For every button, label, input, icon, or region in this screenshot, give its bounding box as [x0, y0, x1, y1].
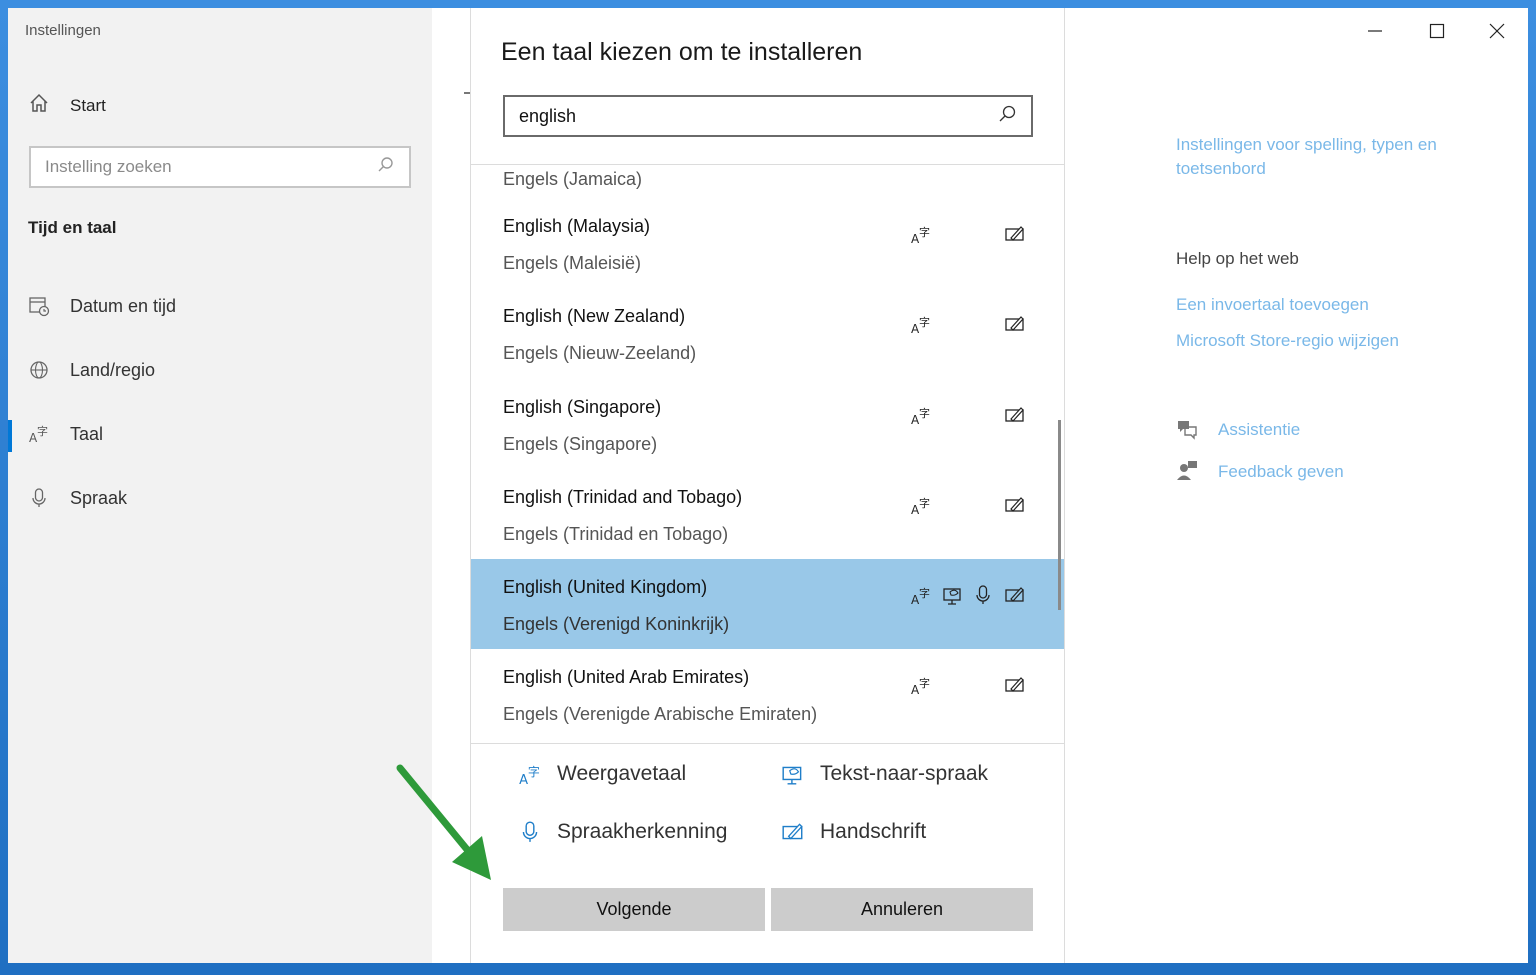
link-give-feedback[interactable]: Feedback geven: [1218, 460, 1344, 484]
language-local-name: Engels (Nieuw-Zeeland): [503, 343, 697, 363]
display-language-icon: A字: [517, 761, 543, 787]
settings-search-field[interactable]: Instelling zoeken: [29, 146, 411, 188]
link-change-store-region[interactable]: Microsoft Store-regio wijzigen: [1176, 329, 1399, 353]
microphone-icon: [28, 487, 50, 509]
link-spelling-typing-keyboard[interactable]: Instellingen voor spelling, typen en toe…: [1176, 133, 1486, 181]
language-name: English (Trinidad and Tobago): [503, 487, 743, 507]
divider: [471, 743, 1064, 744]
legend-display-language: A字 Weergavetaal: [517, 761, 686, 787]
handwriting-icon: [1003, 493, 1027, 517]
language-search-field[interactable]: [503, 95, 1033, 137]
legend-label: Handschrift: [820, 820, 927, 843]
handwriting-icon: [780, 819, 806, 845]
legend-label: Tekst-naar-spraak: [820, 762, 989, 785]
link-add-input-language[interactable]: Een invoertaal toevoegen: [1176, 293, 1369, 317]
next-button[interactable]: Volgende: [503, 888, 765, 931]
language-name: English (Malaysia): [503, 216, 651, 236]
minimize-button[interactable]: [1352, 16, 1398, 46]
language-name: English (United Kingdom): [503, 577, 708, 597]
settings-search-placeholder: Instelling zoeken: [45, 157, 172, 176]
language-search-input[interactable]: [519, 105, 979, 127]
list-scrollbar[interactable]: [1058, 420, 1061, 610]
list-item-english-new-zealand[interactable]: English (New Zealand) Engels (Nieuw-Zeel…: [471, 288, 1064, 378]
sidebar-item-taal[interactable]: A字 Taal: [28, 419, 103, 449]
sidebar-item-land-regio[interactable]: Land/regio: [28, 355, 155, 385]
display-language-icon: A字: [909, 403, 933, 427]
sidebar-item-label: Land/regio: [70, 359, 156, 380]
green-arrow-annotation-icon: [396, 764, 491, 880]
app-title: Instellingen: [25, 22, 101, 39]
sidebar-item-label: Datum en tijd: [70, 295, 177, 316]
handwriting-icon: [1003, 312, 1027, 336]
language-local-name: Engels (Maleisië): [503, 253, 642, 273]
language-local-name: Engels (Verenigd Koninkrijk): [503, 614, 730, 634]
language-local-name: Engels (Singapore): [503, 434, 658, 454]
speech-recognition-icon: [517, 819, 543, 845]
search-icon[interactable]: [997, 104, 1017, 129]
svg-text:字: 字: [919, 586, 930, 600]
handwriting-icon: [1003, 222, 1027, 246]
sidebar-item-label: Taal: [70, 423, 104, 444]
list-item-english-malaysia[interactable]: English (Malaysia) Engels (Maleisië) A字: [471, 198, 1064, 288]
language-name: English (United Arab Emirates): [503, 667, 750, 687]
search-icon: [377, 156, 395, 179]
nav-active-indicator: [8, 420, 12, 452]
settings-window: Instellingen Start Instelling zoeken Tij…: [8, 8, 1528, 963]
nav-home[interactable]: Start: [28, 92, 106, 119]
svg-text:字: 字: [528, 764, 540, 779]
nav-section-title: Tijd en taal: [28, 218, 117, 237]
close-button[interactable]: [1474, 16, 1520, 46]
list-item-english-singapore[interactable]: English (Singapore) Engels (Singapore) A…: [471, 379, 1064, 469]
svg-text:字: 字: [919, 225, 930, 239]
svg-text:字: 字: [919, 496, 930, 510]
globe-icon: [28, 359, 50, 381]
handwriting-icon: [1003, 673, 1027, 697]
maximize-button[interactable]: [1414, 16, 1460, 46]
legend-label: Weergavetaal: [557, 762, 687, 785]
text-to-speech-icon: [780, 761, 806, 787]
help-heading: Help op het web: [1176, 249, 1299, 268]
svg-text:字: 字: [919, 406, 930, 420]
nav-home-label: Start: [70, 95, 106, 115]
svg-text:A: A: [519, 773, 528, 786]
chat-bubbles-icon: [1174, 416, 1200, 442]
svg-text:字: 字: [919, 315, 930, 329]
language-name: English (Singapore): [503, 397, 662, 417]
svg-text:字: 字: [37, 424, 48, 438]
list-item-english-united-arab-emirates[interactable]: English (United Arab Emirates) Engels (V…: [471, 649, 1064, 739]
display-language-icon: A字: [909, 222, 933, 246]
feedback-icon: [1174, 458, 1200, 484]
list-item-english-trinidad-and-tobago[interactable]: English (Trinidad and Tobago) Engels (Tr…: [471, 469, 1064, 559]
language-picker-dialog: Een taal kiezen om te installeren Engels…: [470, 8, 1065, 963]
partial-list-item-local: Engels (Jamaica): [503, 169, 643, 189]
legend-handwriting: Handschrift: [780, 819, 926, 845]
language-local-name: Engels (Verenigde Arabische Emiraten): [503, 704, 818, 724]
dialog-title: Een taal kiezen om te installeren: [501, 38, 863, 66]
legend-label: Spraakherkenning: [557, 820, 728, 843]
sidebar-item-datum-en-tijd[interactable]: Datum en tijd: [28, 291, 176, 321]
handwriting-icon: [1003, 403, 1027, 427]
display-language-icon: A字: [909, 493, 933, 517]
list-item-english-united-kingdom[interactable]: English (United Kingdom) Engels (Verenig…: [471, 559, 1064, 649]
link-assistance[interactable]: Assistentie: [1218, 418, 1300, 442]
legend-speech-recognition: Spraakherkenning: [517, 819, 727, 845]
settings-nav: Instellingen Start Instelling zoeken Tij…: [8, 8, 432, 963]
svg-text:字: 字: [919, 676, 930, 690]
language-icon: A字: [28, 423, 50, 445]
handwriting-icon: [1003, 583, 1027, 607]
language-local-name: Engels (Trinidad en Tobago): [503, 524, 729, 544]
sidebar-item-label: Spraak: [70, 487, 128, 508]
cancel-button[interactable]: Annuleren: [771, 888, 1033, 931]
speech-recognition-icon: [971, 583, 995, 607]
sidebar-item-spraak[interactable]: Spraak: [28, 483, 127, 513]
display-language-icon: A字: [909, 673, 933, 697]
language-list[interactable]: Engels (Jamaica) English (Malaysia) Enge…: [471, 165, 1064, 743]
home-icon: [28, 92, 50, 119]
language-name: English (New Zealand): [503, 306, 686, 326]
text-to-speech-icon: [941, 583, 965, 607]
legend-text-to-speech: Tekst-naar-spraak: [780, 761, 988, 787]
display-language-icon: A字: [909, 312, 933, 336]
calendar-clock-icon: [28, 295, 50, 317]
display-language-icon: A字: [909, 583, 933, 607]
